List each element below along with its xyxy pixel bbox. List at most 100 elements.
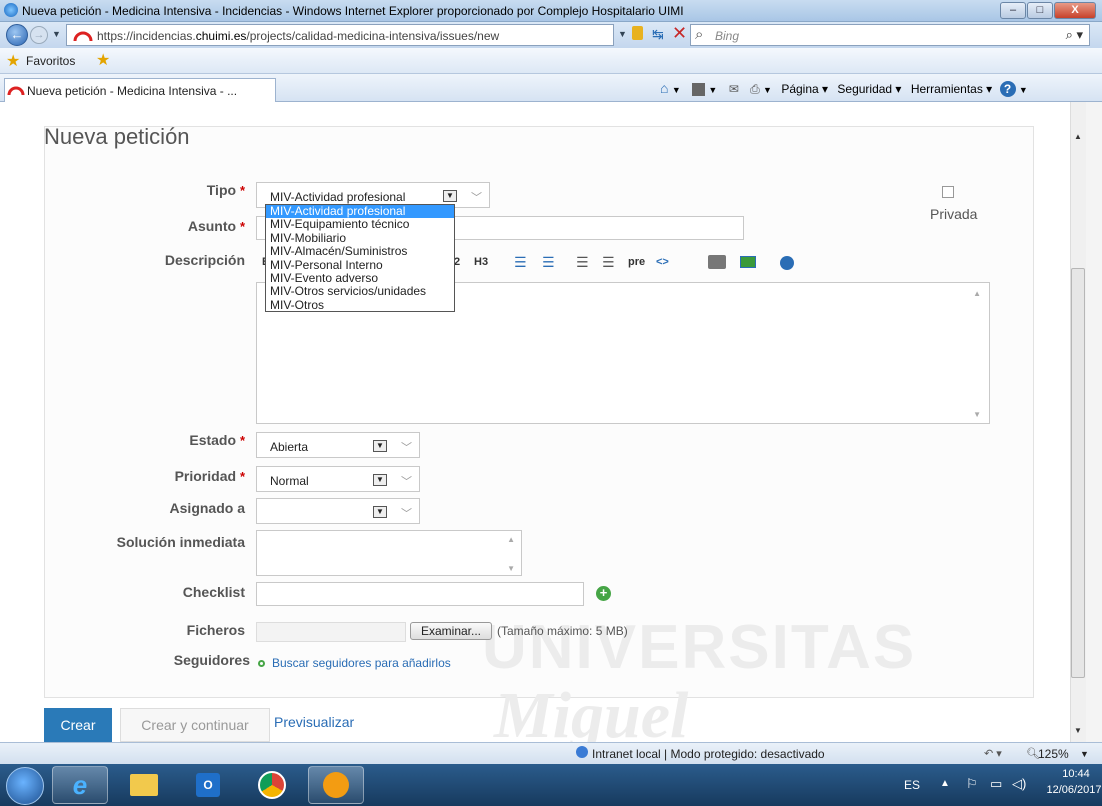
tipo-options-list[interactable]: MIV-Actividad profesional MIV-Equipamien… — [265, 204, 455, 312]
language-indicator[interactable]: ES — [904, 778, 920, 792]
solucion-textarea[interactable]: ▲ ▼ — [256, 530, 522, 576]
help-dropdown-icon[interactable]: ▼ — [1019, 85, 1028, 95]
protected-mode-icon[interactable]: ↶ ▾ — [984, 747, 1002, 760]
asignado-select[interactable]: ▼ ﹀ — [256, 498, 420, 524]
taskbar-ie-button[interactable]: e — [52, 766, 108, 804]
watchers-link[interactable]: Buscar seguidores para añadirlos — [272, 656, 451, 670]
prioridad-value: Normal — [270, 474, 309, 488]
scroll-up-icon[interactable]: ▲ — [973, 289, 981, 298]
taskbar-chrome-button[interactable] — [244, 766, 300, 804]
rss-dropdown-icon[interactable]: ▼ — [708, 85, 717, 95]
tipo-option[interactable]: MIV-Equipamiento técnico — [266, 217, 454, 231]
heading3-button[interactable]: H3 — [474, 256, 488, 268]
window-right-edge — [1086, 102, 1102, 742]
home-icon[interactable]: ⌂ — [660, 80, 668, 96]
unordered-list-icon[interactable]: ☰ — [514, 254, 527, 271]
clock-time[interactable]: 10:44 — [1054, 768, 1098, 780]
dropdown-arrow-icon[interactable]: ▼ — [443, 190, 457, 202]
address-dropdown-icon[interactable]: ▼ — [618, 29, 627, 39]
mail-icon[interactable]: ✉ — [729, 82, 739, 96]
tipo-option[interactable]: MIV-Evento adverso — [266, 271, 454, 285]
chevron-down-icon: ﹀ — [471, 192, 482, 204]
rss-icon[interactable] — [692, 83, 706, 97]
zoom-level[interactable]: 125% — [1038, 747, 1069, 761]
scroll-up-icon[interactable]: ▲ — [1074, 132, 1082, 141]
scroll-down-icon[interactable]: ▼ — [507, 564, 515, 573]
code-button[interactable]: <> — [656, 256, 669, 268]
scroll-down-icon[interactable]: ▼ — [1074, 726, 1082, 735]
tipo-option[interactable]: MIV-Otros servicios/unidades — [266, 285, 454, 299]
taskbar-app-button[interactable] — [308, 766, 364, 804]
tipo-option[interactable]: MIV-Personal Interno — [266, 258, 454, 272]
pre-button[interactable]: pre — [628, 256, 645, 268]
tools-menu[interactable]: Herramientas ▾ — [911, 82, 992, 96]
add-favorite-icon[interactable]: ★ — [96, 50, 110, 70]
checklist-label: Checklist — [182, 584, 245, 600]
tipo-option[interactable]: MIV-Almacén/Suministros — [266, 244, 454, 258]
clock-date[interactable]: 12/06/2017 — [1046, 784, 1102, 796]
show-hidden-icons-icon[interactable]: ▲ — [940, 778, 950, 789]
help-icon[interactable] — [780, 256, 794, 270]
volume-icon[interactable]: ◁) — [1012, 776, 1026, 792]
dropdown-arrow-icon[interactable]: ▼ — [373, 474, 387, 486]
estado-select[interactable]: Abierta ▼ ﹀ — [256, 432, 420, 458]
tipo-option[interactable]: MIV-Otros — [266, 298, 454, 312]
window-titlebar: Nueva petición - Medicina Intensiva - In… — [0, 0, 1102, 22]
chevron-down-icon: ﹀ — [401, 508, 412, 520]
help-icon[interactable]: ? — [999, 81, 1016, 97]
status-bar: Intranet local | Modo protegido: desacti… — [0, 742, 1102, 764]
link-icon[interactable] — [708, 255, 726, 269]
tipo-option[interactable]: MIV-Actividad profesional — [266, 204, 454, 219]
history-dropdown-icon[interactable]: ▼ — [52, 29, 61, 39]
arrow-right-icon: → — [33, 29, 45, 41]
image-icon[interactable] — [740, 256, 756, 268]
page-content: UNIVERSITAS Miguel Nueva petición Tipo *… — [0, 102, 1070, 742]
page-menu[interactable]: Página ▾ — [781, 82, 828, 96]
search-box[interactable]: ⌕ Bing ⌕ ▾ — [690, 24, 1090, 46]
zoom-dropdown-icon[interactable]: ▼ — [1080, 749, 1089, 759]
ordered-list-icon[interactable]: ☰ — [542, 254, 555, 271]
scroll-up-icon[interactable]: ▲ — [507, 535, 515, 544]
forward-button[interactable]: → — [30, 26, 48, 44]
private-checkbox[interactable] — [942, 186, 954, 198]
print-icon[interactable]: ⎙ — [750, 82, 760, 96]
create-button[interactable]: Crear — [44, 708, 112, 742]
checklist-input[interactable] — [256, 582, 584, 606]
refresh-icon[interactable]: ↹ — [652, 26, 664, 43]
preview-link[interactable]: Previsualizar — [274, 714, 354, 730]
taskbar-explorer-button[interactable] — [116, 766, 172, 804]
indent-icon[interactable]: ☰ — [576, 254, 589, 271]
maximize-button[interactable]: □ — [1027, 2, 1053, 19]
dropdown-arrow-icon[interactable]: ▼ — [373, 440, 387, 452]
minimize-button[interactable]: – — [1000, 2, 1026, 19]
scrollbar-thumb[interactable] — [1071, 268, 1085, 678]
close-window-button[interactable]: X — [1054, 2, 1096, 19]
flag-icon[interactable]: ⚐ — [966, 776, 978, 792]
window-title: Nueva petición - Medicina Intensiva - In… — [22, 4, 684, 18]
search-go-icon[interactable]: ⌕ ▾ — [1066, 27, 1083, 43]
browser-tab[interactable]: Nueva petición - Medicina Intensiva - ..… — [4, 78, 276, 102]
favorites-button[interactable]: Favoritos — [26, 54, 75, 68]
browse-button[interactable]: Examinar... — [410, 622, 492, 640]
dropdown-arrow-icon[interactable]: ▼ — [373, 506, 387, 518]
taskbar-outlook-button[interactable]: O — [180, 766, 236, 804]
print-dropdown-icon[interactable]: ▼ — [763, 85, 772, 95]
add-checklist-icon[interactable]: + — [596, 586, 611, 601]
create-continue-button[interactable]: Crear y continuar — [120, 708, 270, 742]
scroll-down-icon[interactable]: ▼ — [973, 410, 981, 419]
page-title: Nueva petición — [44, 124, 190, 149]
file-path-field[interactable] — [256, 622, 406, 642]
back-button[interactable]: ← — [6, 24, 28, 46]
watermark-text: UNIVERSITAS — [482, 613, 917, 682]
start-button[interactable] — [6, 767, 44, 805]
stop-icon[interactable]: ✕ — [672, 23, 687, 44]
app-icon — [323, 772, 349, 798]
prioridad-select[interactable]: Normal ▼ ﹀ — [256, 466, 420, 492]
home-dropdown-icon[interactable]: ▼ — [672, 85, 681, 95]
address-bar[interactable]: https://incidencias.chuimi.es/projects/c… — [66, 24, 614, 46]
outdent-icon[interactable]: ☰ — [602, 254, 615, 271]
lock-icon[interactable] — [632, 26, 643, 40]
network-icon[interactable]: ▭ — [990, 776, 1002, 792]
security-menu[interactable]: Seguridad ▾ — [837, 82, 901, 96]
tipo-option[interactable]: MIV-Mobiliario — [266, 231, 454, 245]
